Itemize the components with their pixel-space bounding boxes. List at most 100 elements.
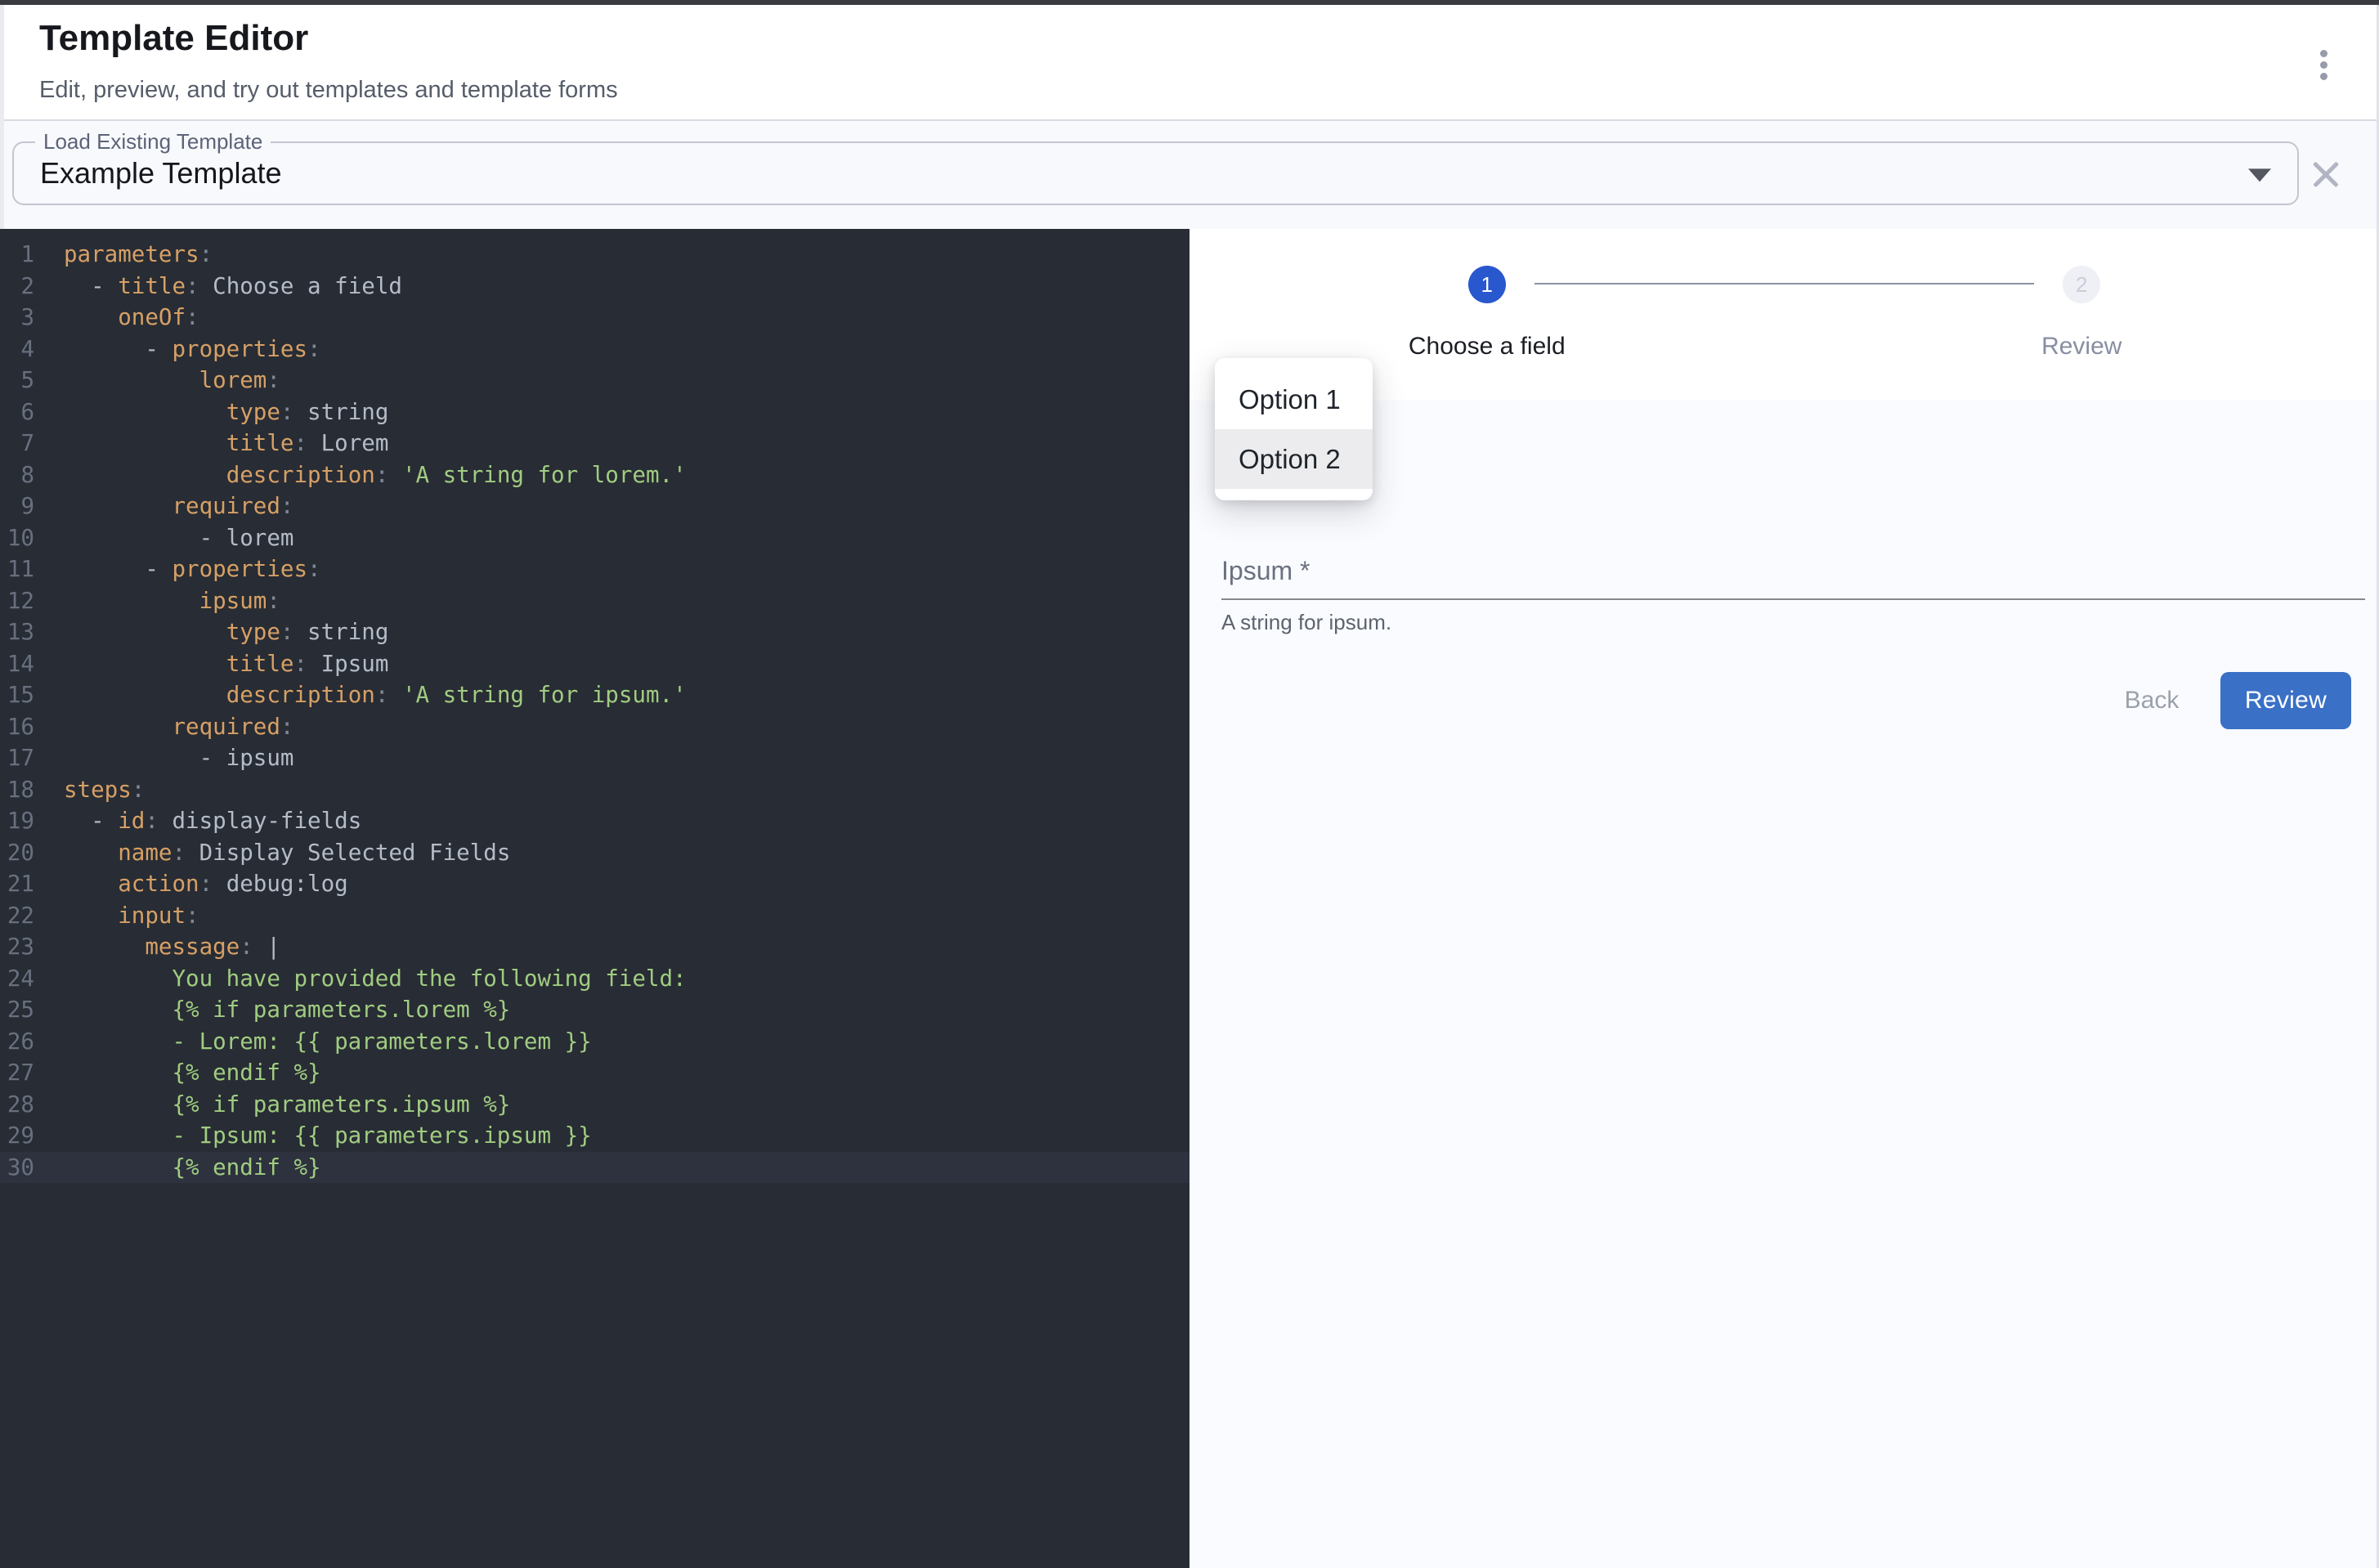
code-text: required: [34, 491, 293, 522]
line-number: 26 [0, 1026, 34, 1058]
line-number: 27 [0, 1057, 34, 1089]
code-line-9: 9 required: [0, 491, 1190, 522]
kebab-menu-icon[interactable] [2297, 36, 2350, 93]
code-text: oneOf: [34, 302, 199, 334]
code-text: ipsum: [34, 585, 280, 617]
code-line-16: 16 required: [0, 711, 1190, 743]
line-number: 19 [0, 805, 34, 837]
code-text: - lorem [34, 522, 293, 554]
code-text: type: string [34, 396, 388, 428]
menu-option-1[interactable]: Option 1 [1215, 370, 1373, 429]
clear-template-button[interactable] [2301, 150, 2350, 199]
code-text: - properties: [34, 553, 321, 585]
code-text: lorem: [34, 365, 280, 396]
step-2: 2Review [1785, 229, 2379, 401]
code-text: name: Display Selected Fields [34, 837, 510, 869]
code-editor[interactable]: 1parameters:2 - title: Choose a field3 o… [0, 229, 1190, 1568]
code-line-18: 18steps: [0, 774, 1190, 806]
code-text: {% if parameters.ipsum %} [34, 1089, 510, 1121]
line-number: 9 [0, 491, 34, 522]
code-text: - properties: [34, 334, 321, 365]
menu-option-2[interactable]: Option 2 [1215, 429, 1373, 489]
code-text: action: debug:log [34, 868, 348, 900]
line-number: 28 [0, 1089, 34, 1121]
line-number: 6 [0, 396, 34, 428]
code-text: - title: Choose a field [34, 271, 402, 302]
line-number: 18 [0, 774, 34, 806]
code-line-14: 14 title: Ipsum [0, 648, 1190, 680]
code-line-20: 20 name: Display Selected Fields [0, 837, 1190, 869]
ipsum-helper-text: A string for ipsum. [1221, 610, 1391, 635]
back-button[interactable]: Back [2095, 672, 2208, 729]
page-subtitle: Edit, preview, and try out templates and… [39, 77, 618, 104]
line-number: 24 [0, 963, 34, 995]
select-dropdown-menu: Option 1Option 2 [1215, 358, 1373, 500]
code-text: - Lorem: {{ parameters.lorem }} [34, 1026, 592, 1058]
page-header: Template Editor Edit, preview, and try o… [0, 5, 2379, 119]
line-number: 17 [0, 742, 34, 774]
load-template-label: Load Existing Template [35, 129, 271, 155]
code-text: required: [34, 711, 293, 743]
form-preview-panel: 1Choose a field2Review Option 1Option 2 … [1190, 229, 2379, 1568]
code-text: title: Lorem [34, 428, 388, 459]
code-text: message: | [34, 931, 280, 963]
template-loader-section: Load Existing Template Example Template [0, 119, 2379, 229]
code-line-11: 11 - properties: [0, 553, 1190, 585]
ipsum-field-underline [1221, 598, 2365, 600]
load-template-select[interactable]: Load Existing Template Example Template [12, 141, 2299, 205]
code-line-13: 13 type: string [0, 616, 1190, 648]
code-text: description: 'A string for ipsum.' [34, 679, 687, 711]
code-line-21: 21 action: debug:log [0, 868, 1190, 900]
code-line-5: 5 lorem: [0, 365, 1190, 396]
line-number: 3 [0, 302, 34, 334]
line-number: 5 [0, 365, 34, 396]
code-text: {% endif %} [34, 1152, 321, 1184]
code-line-28: 28 {% if parameters.ipsum %} [0, 1089, 1190, 1121]
code-text: steps: [34, 774, 145, 806]
code-text: - id: display-fields [34, 805, 361, 837]
ipsum-field-input[interactable] [1221, 549, 2368, 597]
review-button[interactable]: Review [2220, 672, 2351, 729]
code-line-27: 27 {% endif %} [0, 1057, 1190, 1089]
code-text: title: Ipsum [34, 648, 388, 680]
line-number: 11 [0, 553, 34, 585]
chevron-down-icon[interactable] [2248, 168, 2271, 181]
kebab-dot [2320, 50, 2327, 57]
code-text: parameters: [34, 239, 213, 271]
step-2-indicator: 2 [2063, 266, 2100, 303]
code-text: {% endif %} [34, 1057, 321, 1089]
code-line-25: 25 {% if parameters.lorem %} [0, 994, 1190, 1026]
code-text: {% if parameters.lorem %} [34, 994, 510, 1026]
line-number: 14 [0, 648, 34, 680]
code-line-15: 15 description: 'A string for ipsum.' [0, 679, 1190, 711]
code-line-29: 29 - Ipsum: {{ parameters.ipsum }} [0, 1120, 1190, 1152]
line-number: 10 [0, 522, 34, 554]
step-1-indicator: 1 [1468, 266, 1506, 303]
kebab-dot [2320, 61, 2327, 69]
line-number: 20 [0, 837, 34, 869]
code-line-3: 3 oneOf: [0, 302, 1190, 334]
line-number: 21 [0, 868, 34, 900]
line-number: 16 [0, 711, 34, 743]
line-number: 7 [0, 428, 34, 459]
code-text: type: string [34, 616, 388, 648]
code-line-19: 19 - id: display-fields [0, 805, 1190, 837]
code-line-30: 30 {% endif %} [0, 1152, 1190, 1184]
code-line-22: 22 input: [0, 900, 1190, 932]
line-number: 2 [0, 271, 34, 302]
line-number: 4 [0, 334, 34, 365]
line-number: 29 [0, 1120, 34, 1152]
left-edge-strip [0, 5, 4, 229]
code-line-17: 17 - ipsum [0, 742, 1190, 774]
line-number: 22 [0, 900, 34, 932]
stepper-connector [1534, 283, 2035, 284]
line-number: 23 [0, 931, 34, 963]
code-text: You have provided the following field: [34, 963, 687, 995]
code-line-6: 6 type: string [0, 396, 1190, 428]
code-line-1: 1parameters: [0, 239, 1190, 271]
code-line-24: 24 You have provided the following field… [0, 963, 1190, 995]
line-number: 25 [0, 994, 34, 1026]
line-number: 30 [0, 1152, 34, 1184]
code-line-7: 7 title: Lorem [0, 428, 1190, 459]
line-number: 8 [0, 459, 34, 491]
